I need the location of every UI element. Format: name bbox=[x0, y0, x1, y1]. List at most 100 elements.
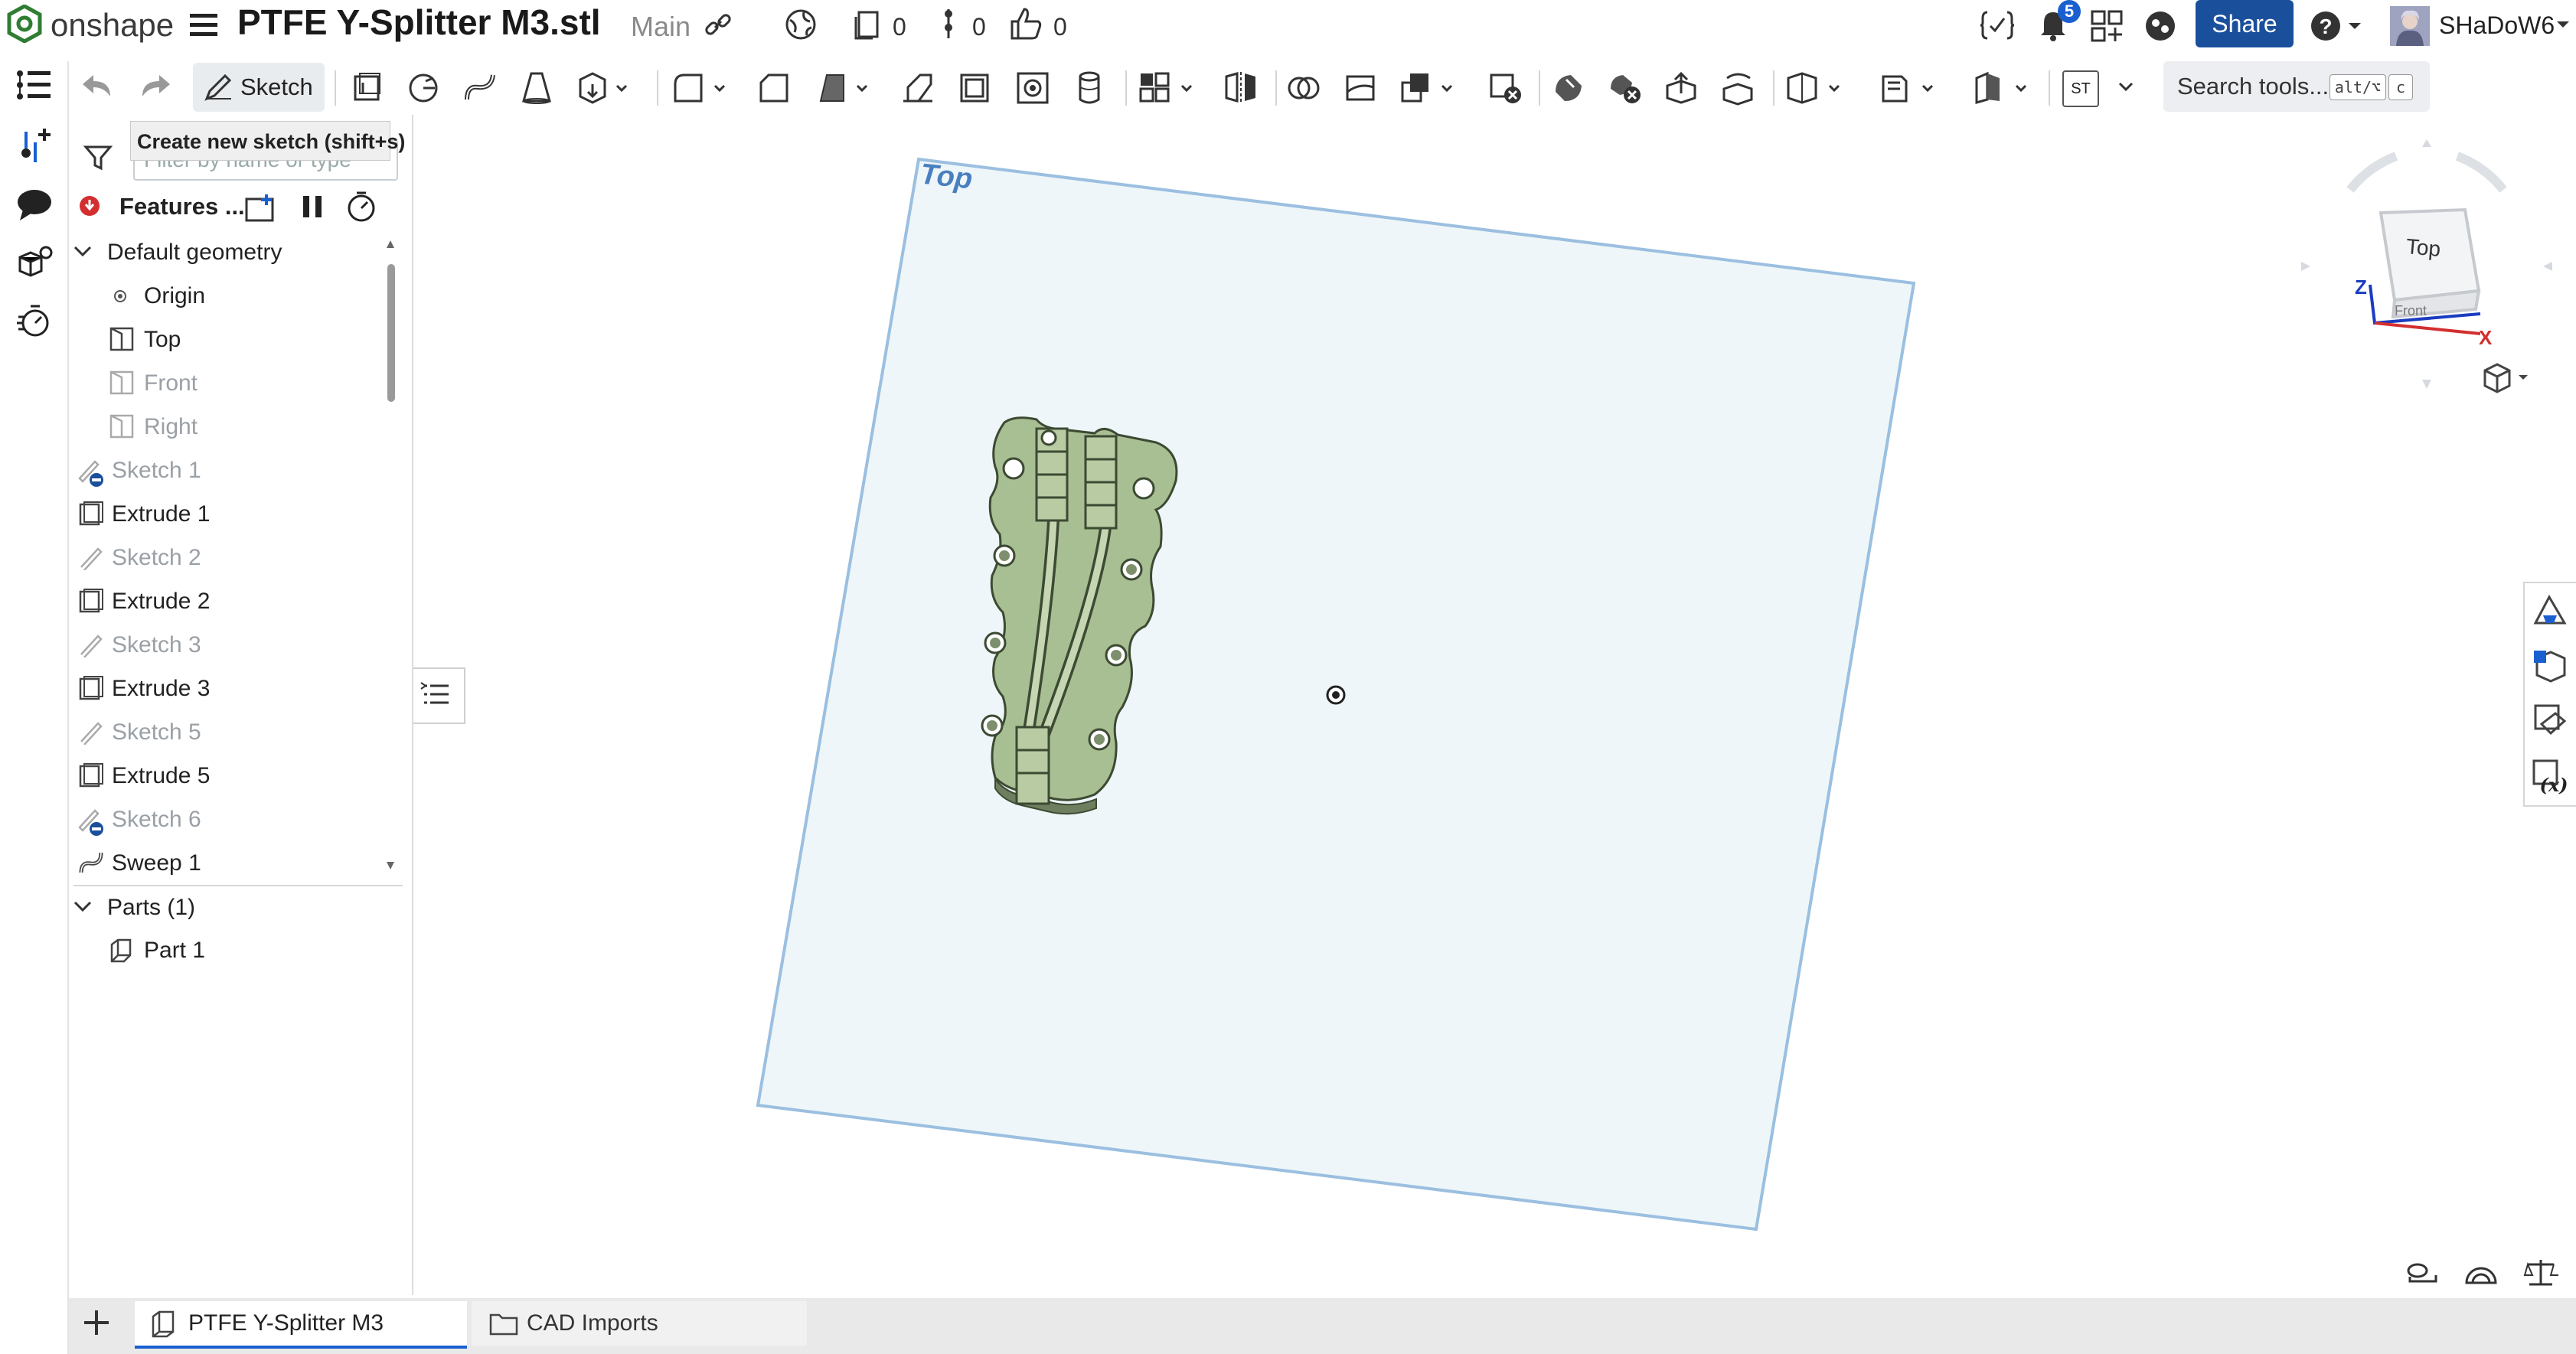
app-store-grid-icon[interactable] bbox=[2090, 9, 2124, 43]
feature-list-icon[interactable] bbox=[15, 67, 54, 103]
fillet-icon[interactable] bbox=[671, 70, 732, 106]
tree-item-default-geometry[interactable]: Default geometry bbox=[73, 230, 403, 274]
tree-item-extrude-1[interactable]: Extrude 1 bbox=[73, 492, 403, 536]
tab-cad-imports[interactable]: CAD Imports bbox=[472, 1301, 807, 1346]
view-cube-top-face[interactable]: Top bbox=[2405, 234, 2442, 262]
parts-group[interactable]: Parts (1) bbox=[73, 886, 403, 929]
parts-assembly-icon[interactable] bbox=[15, 245, 54, 280]
graphics-viewport[interactable] bbox=[467, 115, 2519, 1294]
split-icon[interactable] bbox=[1343, 70, 1378, 106]
feature-list-scrollbar-thumb[interactable] bbox=[387, 264, 395, 402]
tree-item-top-plane[interactable]: Top bbox=[73, 318, 403, 361]
featurescript-icon[interactable] bbox=[1980, 9, 2015, 41]
mirror-icon[interactable] bbox=[1223, 70, 1259, 106]
tab-ptfe-y-splitter[interactable]: PTFE Y-Splitter M3 bbox=[135, 1301, 467, 1349]
chamfer-icon[interactable] bbox=[756, 70, 792, 106]
workspace-name[interactable]: Main bbox=[631, 8, 691, 46]
rib-icon[interactable] bbox=[900, 70, 935, 106]
new-folder-icon[interactable] bbox=[243, 193, 279, 222]
sketch-button[interactable]: Sketch bbox=[193, 63, 325, 112]
tree-item-sweep-1[interactable]: Sweep 1 bbox=[73, 841, 403, 885]
tree-item-extrude-5[interactable]: Extrude 5 bbox=[73, 754, 403, 798]
document-title[interactable]: PTFE Y-Splitter M3.stl bbox=[237, 3, 601, 41]
tree-item-sketch-6[interactable]: Sketch 6 bbox=[73, 798, 403, 841]
balance-scale-icon[interactable] bbox=[2523, 1257, 2558, 1287]
boolean-icon[interactable] bbox=[1286, 70, 1321, 106]
hole-icon[interactable] bbox=[1015, 70, 1050, 106]
view-cube[interactable] bbox=[2297, 136, 2557, 396]
link-icon[interactable] bbox=[703, 11, 733, 40]
replace-face-icon[interactable] bbox=[1721, 70, 1756, 106]
st-tool-button[interactable]: ST bbox=[2062, 70, 2099, 107]
hamburger-menu-icon[interactable] bbox=[188, 11, 219, 40]
loft-icon[interactable] bbox=[519, 70, 554, 106]
sweep-icon[interactable] bbox=[462, 70, 498, 106]
sketch-error-icon bbox=[78, 809, 103, 836]
extrude-icon[interactable] bbox=[349, 70, 384, 106]
delete-part-icon[interactable] bbox=[1488, 70, 1523, 106]
part-icon bbox=[110, 938, 132, 963]
tree-item-label: Sweep 1 bbox=[112, 850, 201, 876]
delete-face-icon[interactable] bbox=[1608, 70, 1643, 106]
redo-icon[interactable] bbox=[138, 70, 173, 101]
section-view-icon[interactable] bbox=[2463, 1260, 2499, 1286]
tree-item-sketch-3[interactable]: Sketch 3 bbox=[73, 623, 403, 667]
history-timer-icon[interactable] bbox=[15, 303, 54, 338]
versions-icon[interactable] bbox=[853, 8, 883, 41]
pattern-icon[interactable] bbox=[1138, 70, 1199, 106]
tree-item-front-plane[interactable]: Front bbox=[73, 361, 403, 405]
chevron-down-icon[interactable] bbox=[73, 244, 92, 259]
add-tab-icon[interactable] bbox=[80, 1306, 113, 1339]
tree-item-sketch-5[interactable]: Sketch 5 bbox=[73, 710, 403, 754]
tree-item-label: Right bbox=[144, 414, 198, 439]
collapse-panel-button[interactable] bbox=[413, 667, 465, 724]
like-thumb-icon[interactable] bbox=[1009, 6, 1043, 41]
tree-item-origin[interactable]: Origin bbox=[73, 274, 403, 318]
folder-icon bbox=[489, 1313, 518, 1336]
properties-panel-icon[interactable] bbox=[2531, 648, 2569, 686]
tree-item-sketch-2[interactable]: Sketch 2 bbox=[73, 536, 403, 579]
appearance-panel-icon[interactable] bbox=[2531, 592, 2569, 631]
surface-icon[interactable] bbox=[1972, 70, 2033, 106]
view-cube-front-face[interactable]: Front bbox=[2395, 303, 2427, 319]
public-globe-icon[interactable] bbox=[784, 8, 818, 41]
undo-icon[interactable] bbox=[80, 70, 115, 101]
plane-icon[interactable] bbox=[1785, 70, 1846, 106]
features-header-label[interactable]: Features ... bbox=[119, 187, 245, 227]
chevron-down-icon[interactable] bbox=[73, 899, 92, 915]
user-menu-chevron-icon[interactable] bbox=[2555, 20, 2571, 31]
user-name[interactable]: SHaDoW6 bbox=[2439, 6, 2555, 44]
thicken-icon[interactable] bbox=[576, 70, 629, 106]
user-avatar[interactable] bbox=[2390, 6, 2430, 46]
comments-icon[interactable] bbox=[15, 187, 54, 222]
tree-item-extrude-3[interactable]: Extrude 3 bbox=[73, 667, 403, 710]
tree-item-extrude-2[interactable]: Extrude 2 bbox=[73, 579, 403, 623]
view-options-dropdown[interactable] bbox=[2480, 361, 2534, 395]
draft-icon[interactable] bbox=[813, 70, 874, 106]
variables-panel-icon[interactable]: (x) bbox=[2531, 758, 2569, 796]
st-dropdown-icon[interactable] bbox=[2117, 80, 2134, 95]
measure-tool-icon[interactable] bbox=[2405, 1260, 2441, 1286]
cylinder-icon[interactable] bbox=[1072, 70, 1107, 106]
mass-properties-icon[interactable] bbox=[2531, 703, 2569, 741]
learning-center-icon[interactable] bbox=[2143, 9, 2177, 43]
share-button[interactable]: Share bbox=[2196, 0, 2294, 47]
tree-item-sketch-1[interactable]: Sketch 1 bbox=[73, 449, 403, 492]
tree-item-right-plane[interactable]: Right bbox=[73, 405, 403, 449]
rebuild-timer-icon[interactable] bbox=[344, 190, 378, 223]
onshape-logo-icon[interactable] bbox=[6, 5, 43, 43]
move-face-icon[interactable] bbox=[1664, 70, 1699, 106]
part-item[interactable]: Part 1 bbox=[73, 928, 403, 972]
error-indicator-icon[interactable] bbox=[78, 194, 101, 217]
revolve-icon[interactable] bbox=[406, 70, 441, 106]
shell-icon[interactable] bbox=[957, 70, 992, 106]
help-icon[interactable]: ? bbox=[2310, 9, 2364, 43]
branches-icon[interactable] bbox=[937, 6, 960, 41]
likes-count: 0 bbox=[1053, 13, 1067, 41]
transform-icon[interactable] bbox=[1398, 70, 1459, 106]
add-feature-icon[interactable] bbox=[15, 129, 54, 164]
rollback-pause-icon[interactable] bbox=[299, 193, 326, 220]
modify-fillet-icon[interactable] bbox=[1551, 70, 1586, 106]
filter-icon[interactable] bbox=[83, 142, 113, 173]
sheet-metal-icon[interactable] bbox=[1879, 70, 1940, 106]
